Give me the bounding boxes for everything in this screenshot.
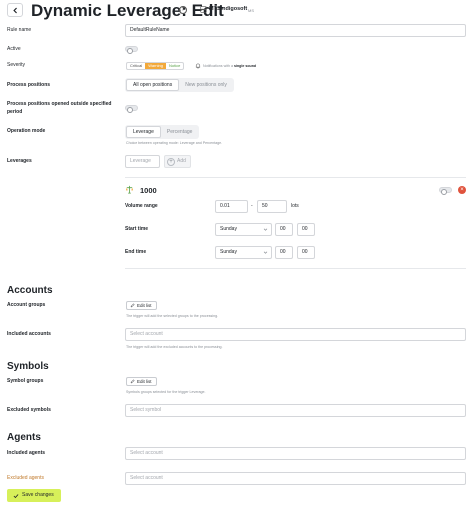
server-tag: MS xyxy=(248,7,254,13)
rule-name-label: Rule name xyxy=(7,27,32,33)
server-name: MTSIndigosoft xyxy=(209,6,248,12)
process-positions-label: Process positions xyxy=(7,82,51,88)
process-outside-label-2: period xyxy=(7,109,23,115)
back-button[interactable] xyxy=(7,3,23,17)
operation-mode-tabs[interactable]: Leverage Percentage xyxy=(125,125,200,139)
start-day-value: Sunday xyxy=(220,226,237,232)
severity-selector[interactable]: Critical Warning Notice xyxy=(126,62,185,70)
excluded-agents-input[interactable]: Select account xyxy=(125,472,466,485)
severity-notification-hint: Notifications with a single sound xyxy=(203,64,256,68)
edit-list-label: Edit list xyxy=(137,379,152,384)
included-accounts-input[interactable]: Select account xyxy=(125,328,466,341)
included-accounts-label: Included accounts xyxy=(7,331,51,337)
page-title: Dynamic Leverage: Edit xyxy=(31,1,224,20)
tab-all-open-positions[interactable]: All open positions xyxy=(126,79,180,91)
process-positions-tabs[interactable]: All open positions New positions only xyxy=(125,78,234,92)
leverage-input[interactable]: Leverage xyxy=(125,155,160,168)
chevron-left-icon xyxy=(12,7,17,13)
included-agents-input[interactable]: Select account xyxy=(125,447,466,460)
operation-mode-label: Operation mode xyxy=(7,128,46,134)
process-outside-label-1: Process positions opened outside specifi… xyxy=(7,101,112,107)
volume-unit: lots xyxy=(291,203,299,209)
included-accounts-hint: The trigger will add the excluded accoun… xyxy=(126,345,223,349)
scale-icon xyxy=(125,185,134,194)
severity-warning[interactable]: Warning xyxy=(145,63,166,69)
check-icon xyxy=(13,493,19,498)
symbol-groups-hint: Symbols groups selected for the trigger … xyxy=(126,390,206,394)
tab-new-positions-only[interactable]: New positions only xyxy=(179,79,233,91)
process-outside-toggle[interactable] xyxy=(125,105,138,113)
divider xyxy=(125,268,466,269)
account-groups-hint: The trigger will add the selected groups… xyxy=(126,314,219,318)
symbol-groups-label: Symbol groups xyxy=(7,378,44,384)
start-hour-input[interactable]: 00 xyxy=(275,223,293,236)
chevron-down-icon xyxy=(263,251,268,254)
volume-separator: - xyxy=(251,203,253,209)
account-groups-edit-button[interactable]: Edit list xyxy=(126,301,157,310)
account-groups-label: Account groups xyxy=(7,302,46,308)
volume-min-input[interactable]: 0.01 xyxy=(215,200,248,213)
end-day-select[interactable]: Sunday xyxy=(215,246,272,259)
end-hour-input[interactable]: 00 xyxy=(275,246,293,259)
symbol-groups-edit-button[interactable]: Edit list xyxy=(126,377,157,386)
notify-bold: single sound xyxy=(233,64,257,68)
end-time-label: End time xyxy=(125,249,147,255)
end-minute-input[interactable]: 00 xyxy=(297,246,315,259)
leverages-label: Leverages xyxy=(7,158,32,164)
active-label: Active xyxy=(7,46,21,52)
active-toggle[interactable] xyxy=(125,46,138,54)
included-agents-label: Included agents xyxy=(7,450,46,456)
tab-leverage[interactable]: Leverage xyxy=(126,126,161,138)
volume-range-label: Volume range xyxy=(125,203,158,209)
accounts-section-title: Accounts xyxy=(7,285,53,296)
save-changes-label: Save changes xyxy=(22,492,54,498)
excluded-agents-label: Excluded agents xyxy=(7,475,44,481)
edit-list-label: Edit list xyxy=(137,303,152,308)
pencil-icon xyxy=(130,303,135,308)
save-changes-button[interactable]: Save changes xyxy=(7,489,61,502)
divider xyxy=(125,177,466,178)
symbols-section-title: Symbols xyxy=(7,361,49,372)
bell-icon xyxy=(195,63,201,69)
start-day-select[interactable]: Sunday xyxy=(215,223,272,236)
pencil-icon xyxy=(130,379,135,384)
tab-percentage[interactable]: Percentage xyxy=(161,126,199,138)
start-time-label: Start time xyxy=(125,226,149,232)
severity-critical[interactable]: Critical xyxy=(127,63,145,69)
notify-prefix: Notifications with a xyxy=(203,64,233,68)
severity-label: Severity xyxy=(7,62,26,68)
help-icon[interactable]: ? xyxy=(179,6,187,14)
agents-section-title: Agents xyxy=(7,432,41,443)
plus-icon: + xyxy=(167,157,175,166)
end-day-value: Sunday xyxy=(220,249,237,255)
start-minute-input[interactable]: 00 xyxy=(297,223,315,236)
remove-leverage-button[interactable]: × xyxy=(458,186,466,194)
excluded-symbols-input[interactable]: Select symbol xyxy=(125,404,466,417)
operation-mode-hint: Choice between operating mode: Leverage … xyxy=(126,141,223,145)
leverage-value: 1000 xyxy=(140,186,157,195)
excluded-symbols-label: Excluded symbols xyxy=(7,407,51,413)
volume-max-input[interactable]: 50 xyxy=(257,200,287,213)
chevron-down-icon xyxy=(263,228,268,231)
severity-notice[interactable]: Notice xyxy=(166,63,183,69)
add-leverage-label: Add xyxy=(177,158,186,164)
rule-name-input[interactable]: DefaultRuleName xyxy=(125,24,466,37)
server-icon xyxy=(200,6,207,13)
leverage-item-toggle[interactable] xyxy=(439,187,452,195)
add-leverage-button[interactable]: + Add xyxy=(164,155,191,168)
